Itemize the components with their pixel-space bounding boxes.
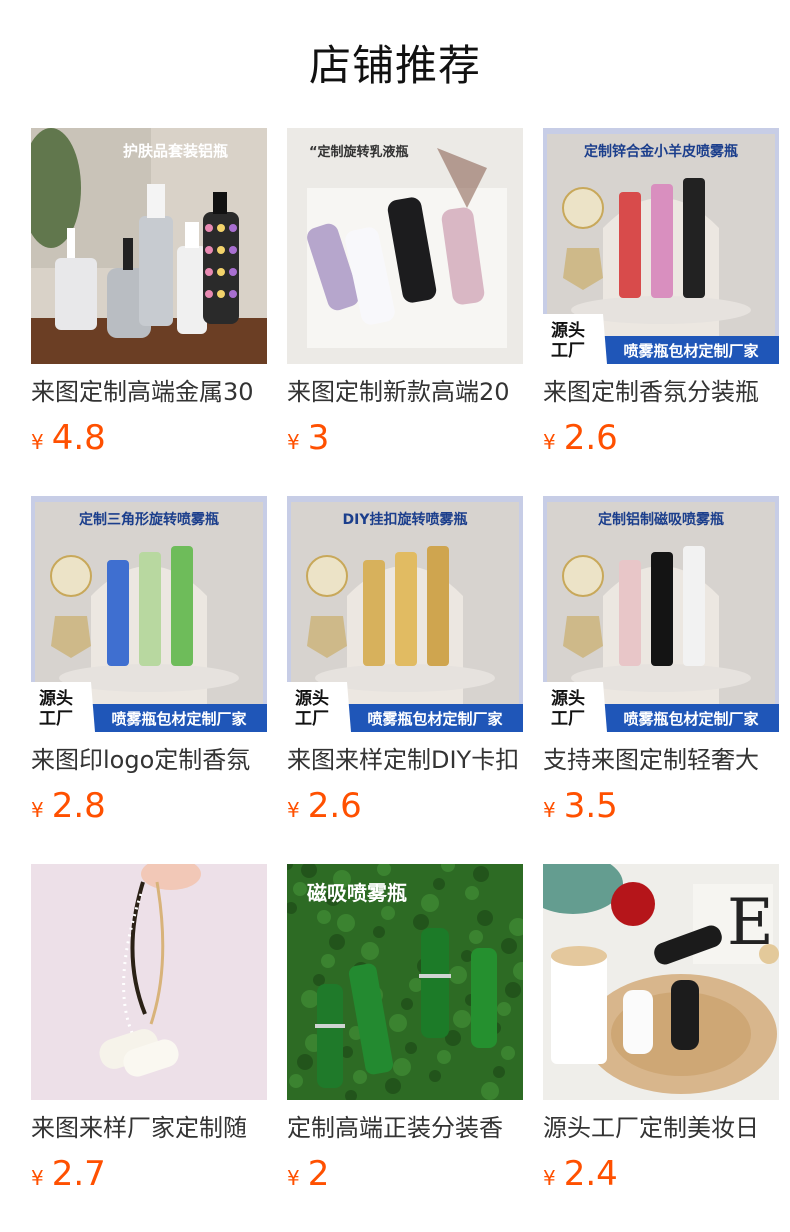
- product-card[interactable]: 磁吸喷雾瓶定制高端正装分装香 ¥2: [287, 864, 523, 1204]
- currency-symbol: ¥: [543, 430, 556, 454]
- product-card[interactable]: 定制锌合金小羊皮喷雾瓶源头 工厂 喷雾瓶包材定制厂家来图定制香氛分装瓶 ¥2.6: [543, 128, 779, 468]
- currency-symbol: ¥: [543, 798, 556, 822]
- image-banner-text: 喷雾瓶包材定制厂家: [367, 710, 502, 728]
- product-name[interactable]: 来图定制高端金属30: [31, 376, 267, 408]
- currency-symbol: ¥: [287, 1166, 300, 1190]
- price-value: 2.6: [563, 418, 618, 458]
- image-banner-text: 喷雾瓶包材定制厂家: [623, 710, 758, 728]
- product-price: ¥3.5: [543, 784, 618, 828]
- page-title: 店铺推荐: [308, 41, 481, 90]
- product-price: ¥2.4: [543, 1152, 618, 1196]
- product-name[interactable]: 来图来样定制DIY卡扣: [287, 744, 523, 776]
- source-factory-badge-text: 工厂: [295, 709, 329, 729]
- product-price: ¥2.6: [543, 416, 618, 460]
- image-headline-text: “定制旋转乳液瓶: [309, 144, 409, 160]
- product-image[interactable]: 定制三角形旋转喷雾瓶源头 工厂 喷雾瓶包材定制厂家: [31, 496, 267, 732]
- source-factory-badge-text: 工厂: [551, 709, 585, 729]
- product-image[interactable]: 定制铝制磁吸喷雾瓶源头 工厂 喷雾瓶包材定制厂家: [543, 496, 779, 732]
- source-factory-badge-text: 源头: [39, 688, 73, 709]
- product-price: ¥3: [287, 416, 329, 460]
- product-price: ¥2: [287, 1152, 329, 1196]
- source-factory-badge-text: 工厂: [39, 709, 73, 729]
- product-card[interactable]: DIY挂扣旋转喷雾瓶源头 工厂 喷雾瓶包材定制厂家来图来样定制DIY卡扣 ¥2.6: [287, 496, 523, 836]
- image-headline-text: 磁吸喷雾瓶: [307, 881, 407, 905]
- price-value: 4.8: [51, 418, 106, 458]
- source-factory-badge-text: 源头: [551, 688, 585, 709]
- currency-symbol: ¥: [543, 1166, 556, 1190]
- product-card[interactable]: 护肤品套装铝瓶来图定制高端金属30 ¥4.8: [31, 128, 267, 468]
- currency-symbol: ¥: [31, 798, 44, 822]
- product-name[interactable]: 源头工厂定制美妆日: [543, 1112, 779, 1144]
- product-image[interactable]: 护肤品套装铝瓶: [31, 128, 267, 364]
- price-value: 3.5: [563, 786, 618, 826]
- product-card[interactable]: “定制旋转乳液瓶来图定制新款高端20 ¥3: [287, 128, 523, 468]
- product-card[interactable]: 定制铝制磁吸喷雾瓶源头 工厂 喷雾瓶包材定制厂家支持来图定制轻奢大 ¥3.5: [543, 496, 779, 836]
- product-card[interactable]: 来图来样厂家定制随 ¥2.7: [31, 864, 267, 1204]
- price-value: 2: [307, 1154, 330, 1194]
- product-price: ¥4.8: [31, 416, 106, 460]
- product-price: ¥2.6: [287, 784, 362, 828]
- currency-symbol: ¥: [31, 1166, 44, 1190]
- product-image[interactable]: “定制旋转乳液瓶: [287, 128, 523, 364]
- image-headline-text: DIY挂扣旋转喷雾瓶: [343, 511, 468, 528]
- source-factory-badge-text: 源头: [551, 320, 585, 341]
- currency-symbol: ¥: [287, 798, 300, 822]
- price-value: 2.4: [563, 1154, 618, 1194]
- product-image[interactable]: 磁吸喷雾瓶: [287, 864, 523, 1100]
- image-headline-text: 定制三角形旋转喷雾瓶: [79, 511, 219, 528]
- image-headline-text: 护肤品套装铝瓶: [123, 142, 228, 160]
- currency-symbol: ¥: [287, 430, 300, 454]
- price-value: 2.6: [307, 786, 362, 826]
- product-image[interactable]: [31, 864, 267, 1100]
- product-image[interactable]: 定制锌合金小羊皮喷雾瓶源头 工厂 喷雾瓶包材定制厂家: [543, 128, 779, 364]
- product-name[interactable]: 来图来样厂家定制随: [31, 1112, 267, 1144]
- product-name[interactable]: 来图定制香氛分装瓶: [543, 376, 779, 408]
- product-image[interactable]: E: [543, 864, 779, 1100]
- image-banner-text: 喷雾瓶包材定制厂家: [623, 342, 758, 360]
- image-headline-text: 定制锌合金小羊皮喷雾瓶: [584, 143, 738, 160]
- product-image[interactable]: DIY挂扣旋转喷雾瓶源头 工厂 喷雾瓶包材定制厂家: [287, 496, 523, 732]
- product-card[interactable]: E 源头工厂定制美妆日 ¥2.4: [543, 864, 779, 1204]
- product-price: ¥2.7: [31, 1152, 106, 1196]
- product-price: ¥2.8: [31, 784, 106, 828]
- product-name[interactable]: 来图定制新款高端20: [287, 376, 523, 408]
- product-card[interactable]: 定制三角形旋转喷雾瓶源头 工厂 喷雾瓶包材定制厂家来图印logo定制香氛 ¥2.8: [31, 496, 267, 836]
- price-value: 3: [307, 418, 330, 458]
- image-banner-text: 喷雾瓶包材定制厂家: [111, 710, 246, 728]
- source-factory-badge-text: 工厂: [551, 341, 585, 361]
- store-recommendation-page: 店铺推荐 护肤品套装铝瓶来图定制高端金属30 ¥4.8 “定制旋转乳液瓶来图定制新款…: [0, 0, 790, 1232]
- currency-symbol: ¥: [31, 430, 44, 454]
- product-name[interactable]: 定制高端正装分装香: [287, 1112, 523, 1144]
- source-factory-badge-text: 源头: [295, 688, 329, 709]
- price-value: 2.8: [51, 786, 106, 826]
- product-name[interactable]: 来图印logo定制香氛: [31, 744, 267, 776]
- product-name[interactable]: 支持来图定制轻奢大: [543, 744, 779, 776]
- image-headline-text: 定制铝制磁吸喷雾瓶: [598, 511, 724, 528]
- price-value: 2.7: [51, 1154, 106, 1194]
